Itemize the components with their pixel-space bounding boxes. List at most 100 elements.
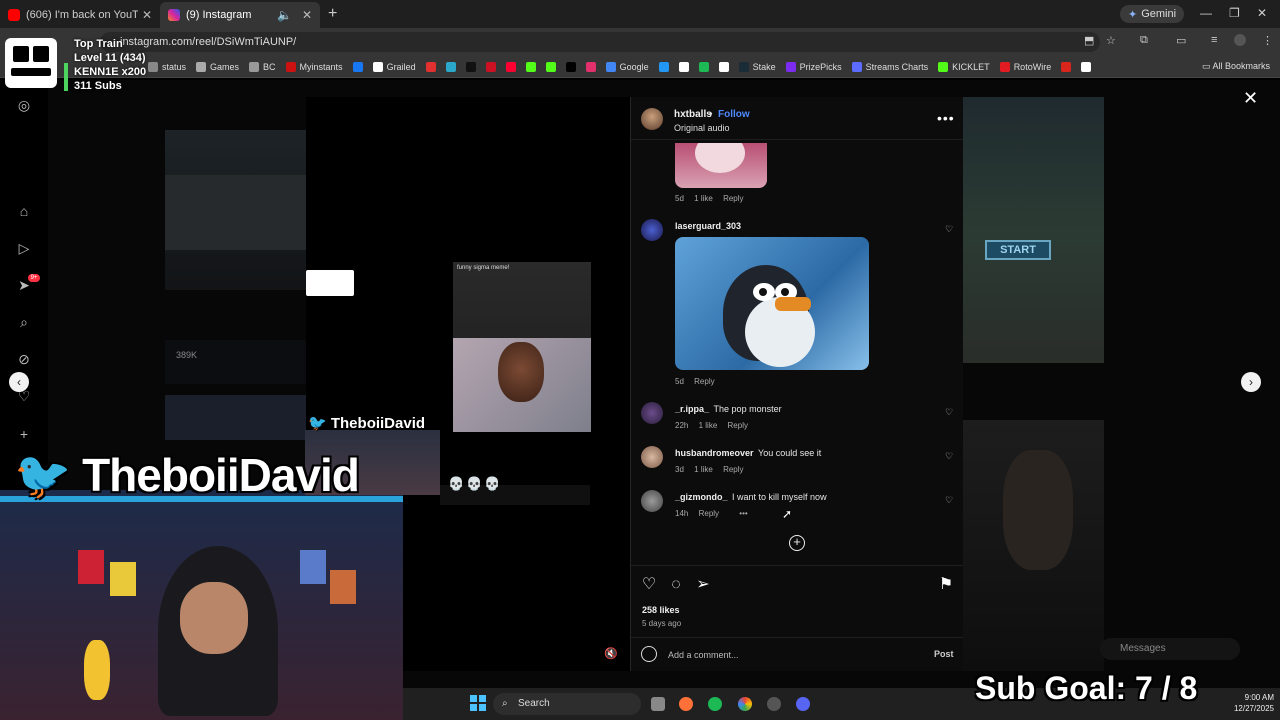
bookmark-item[interactable]: Google — [605, 61, 649, 72]
bookmark-item[interactable] — [698, 61, 709, 72]
next-arrow-icon[interactable]: › — [1241, 372, 1261, 392]
comment-like-icon[interactable]: ♡ — [945, 224, 955, 234]
spotify-icon[interactable] — [708, 697, 722, 711]
load-more-comments-icon[interactable]: + — [789, 535, 805, 551]
bookmark-item[interactable] — [585, 61, 596, 72]
bookmark-item[interactable]: Myinstants — [285, 61, 343, 72]
comment-options-icon[interactable]: ••• — [739, 509, 747, 518]
tab-youtube[interactable]: (606) I'm back on YouTube!! - Y ✕ — [0, 2, 160, 28]
comment-like-icon[interactable]: ♡ — [945, 407, 955, 417]
comment-like-icon[interactable]: ♡ — [945, 495, 955, 505]
all-bookmarks[interactable]: ▭ All Bookmarks — [1202, 61, 1270, 72]
comment-username[interactable]: laserguard_303 — [675, 221, 741, 231]
search-icon[interactable]: ⌕ — [16, 314, 32, 330]
comment-gif[interactable] — [675, 143, 767, 188]
task-view-icon[interactable] — [651, 697, 665, 711]
install-icon[interactable]: ⬒ — [1084, 34, 1094, 47]
tab-instagram[interactable]: (9) Instagram 🔈 ✕ — [160, 2, 320, 28]
avatar[interactable] — [641, 446, 663, 468]
tab-audio-icon[interactable]: 🔈 — [277, 8, 292, 22]
bookmark-star-icon[interactable]: ☆ — [1106, 34, 1116, 47]
bookmark-item[interactable]: status — [148, 61, 186, 72]
chrome-icon[interactable] — [738, 697, 752, 711]
discord-icon[interactable] — [796, 697, 810, 711]
bookmark-item[interactable]: PrizePicks — [785, 61, 842, 72]
avatar[interactable] — [641, 490, 663, 512]
bookmark-item[interactable] — [565, 61, 576, 72]
explore-icon[interactable]: ⊘ — [16, 351, 32, 367]
bookmark-item[interactable] — [445, 61, 456, 72]
comment-username[interactable]: husbandromeover — [675, 448, 754, 458]
reply-button[interactable]: Reply — [728, 421, 748, 430]
comment-likes[interactable]: 1 like — [699, 421, 718, 430]
mute-icon[interactable]: 🔇 — [604, 647, 622, 661]
reels-icon[interactable]: ▷ — [16, 240, 32, 256]
bookmark-item[interactable]: KICKLET — [938, 61, 990, 72]
maximize-icon[interactable]: ❐ — [1229, 6, 1240, 20]
media-icon[interactable]: ≡ — [1211, 34, 1217, 46]
like-icon[interactable]: ♡ — [640, 576, 658, 594]
address-bar[interactable]: instagram.com/reel/DSiWmTiAUNP/ — [100, 32, 1100, 52]
avatar[interactable] — [641, 219, 663, 241]
comment-gif[interactable] — [675, 237, 869, 370]
comment-likes[interactable]: 1 like — [694, 194, 713, 203]
follow-button[interactable]: Follow — [718, 109, 750, 120]
close-tab-icon[interactable]: ✕ — [142, 8, 152, 22]
app-icon[interactable] — [767, 697, 781, 711]
post-username[interactable]: hxtballs — [674, 109, 712, 120]
comment-likes[interactable]: 1 like — [694, 465, 713, 474]
windows-start-icon[interactable] — [470, 695, 486, 711]
bookmark-item[interactable] — [1081, 61, 1092, 72]
save-icon[interactable]: ⚑ — [937, 576, 955, 594]
close-window-icon[interactable]: ✕ — [1257, 6, 1267, 20]
messages-button[interactable]: Messages — [1100, 638, 1240, 660]
reply-button[interactable]: Reply — [699, 509, 719, 518]
comment-input[interactable] — [668, 648, 908, 662]
previous-arrow-icon[interactable]: ‹ — [9, 372, 29, 392]
profile-avatar[interactable] — [1234, 34, 1246, 46]
bookmark-item[interactable] — [465, 61, 476, 72]
bookmark-item[interactable] — [525, 61, 536, 72]
bookmark-item[interactable] — [718, 61, 729, 72]
comment-username[interactable]: _r.ippa_ — [675, 404, 709, 414]
reply-button[interactable]: Reply — [723, 465, 743, 474]
bookmark-item[interactable]: Streams Charts — [851, 61, 928, 72]
comment-username[interactable]: _gizmondo_ — [675, 492, 728, 502]
firefox-icon[interactable] — [679, 697, 693, 711]
post-button[interactable]: Post — [934, 649, 954, 659]
bookmark-item[interactable]: Games — [196, 61, 239, 72]
bookmark-item[interactable]: Stake — [738, 61, 776, 72]
bookmark-item[interactable]: BC — [249, 61, 276, 72]
likes-count[interactable]: 258 likes — [642, 605, 680, 615]
avatar[interactable] — [641, 108, 663, 130]
home-icon[interactable]: ⌂ — [16, 203, 32, 219]
new-tab-button[interactable]: + — [328, 5, 337, 23]
emoji-icon[interactable] — [641, 646, 657, 662]
bookmark-item[interactable] — [505, 61, 516, 72]
instagram-logo-icon[interactable]: ◎ — [16, 97, 32, 113]
extensions-icon[interactable]: ⧉ — [1140, 34, 1148, 47]
close-tab-icon[interactable]: ✕ — [302, 8, 312, 22]
comment-icon[interactable]: ◌ — [667, 576, 685, 594]
gemini-button[interactable]: ✦ Gemini — [1120, 5, 1185, 23]
minimize-icon[interactable]: — — [1200, 6, 1212, 20]
create-icon[interactable]: + — [16, 426, 32, 442]
bookmark-item[interactable] — [352, 61, 363, 72]
taskbar-search[interactable]: ⌕ Search — [493, 693, 641, 715]
bookmark-item[interactable] — [425, 61, 436, 72]
system-clock[interactable]: 9:00 AM 12/27/2025 — [1222, 692, 1274, 714]
reply-button[interactable]: Reply — [694, 377, 714, 386]
menu-icon[interactable]: ⋮ — [1262, 34, 1273, 47]
bookmark-item[interactable] — [678, 61, 689, 72]
reply-button[interactable]: Reply — [723, 194, 743, 203]
close-icon[interactable]: ✕ — [1243, 88, 1258, 109]
bookmark-item[interactable] — [485, 61, 496, 72]
bookmark-item[interactable]: Grailed — [372, 61, 416, 72]
audio-label[interactable]: Original audio — [674, 123, 730, 133]
bookmark-item[interactable] — [658, 61, 669, 72]
bookmark-item[interactable] — [545, 61, 556, 72]
share-icon[interactable]: ➢ — [694, 576, 712, 594]
comment-like-icon[interactable]: ♡ — [945, 451, 955, 461]
sidepanel-icon[interactable]: ▭ — [1176, 34, 1186, 47]
avatar[interactable] — [641, 402, 663, 424]
